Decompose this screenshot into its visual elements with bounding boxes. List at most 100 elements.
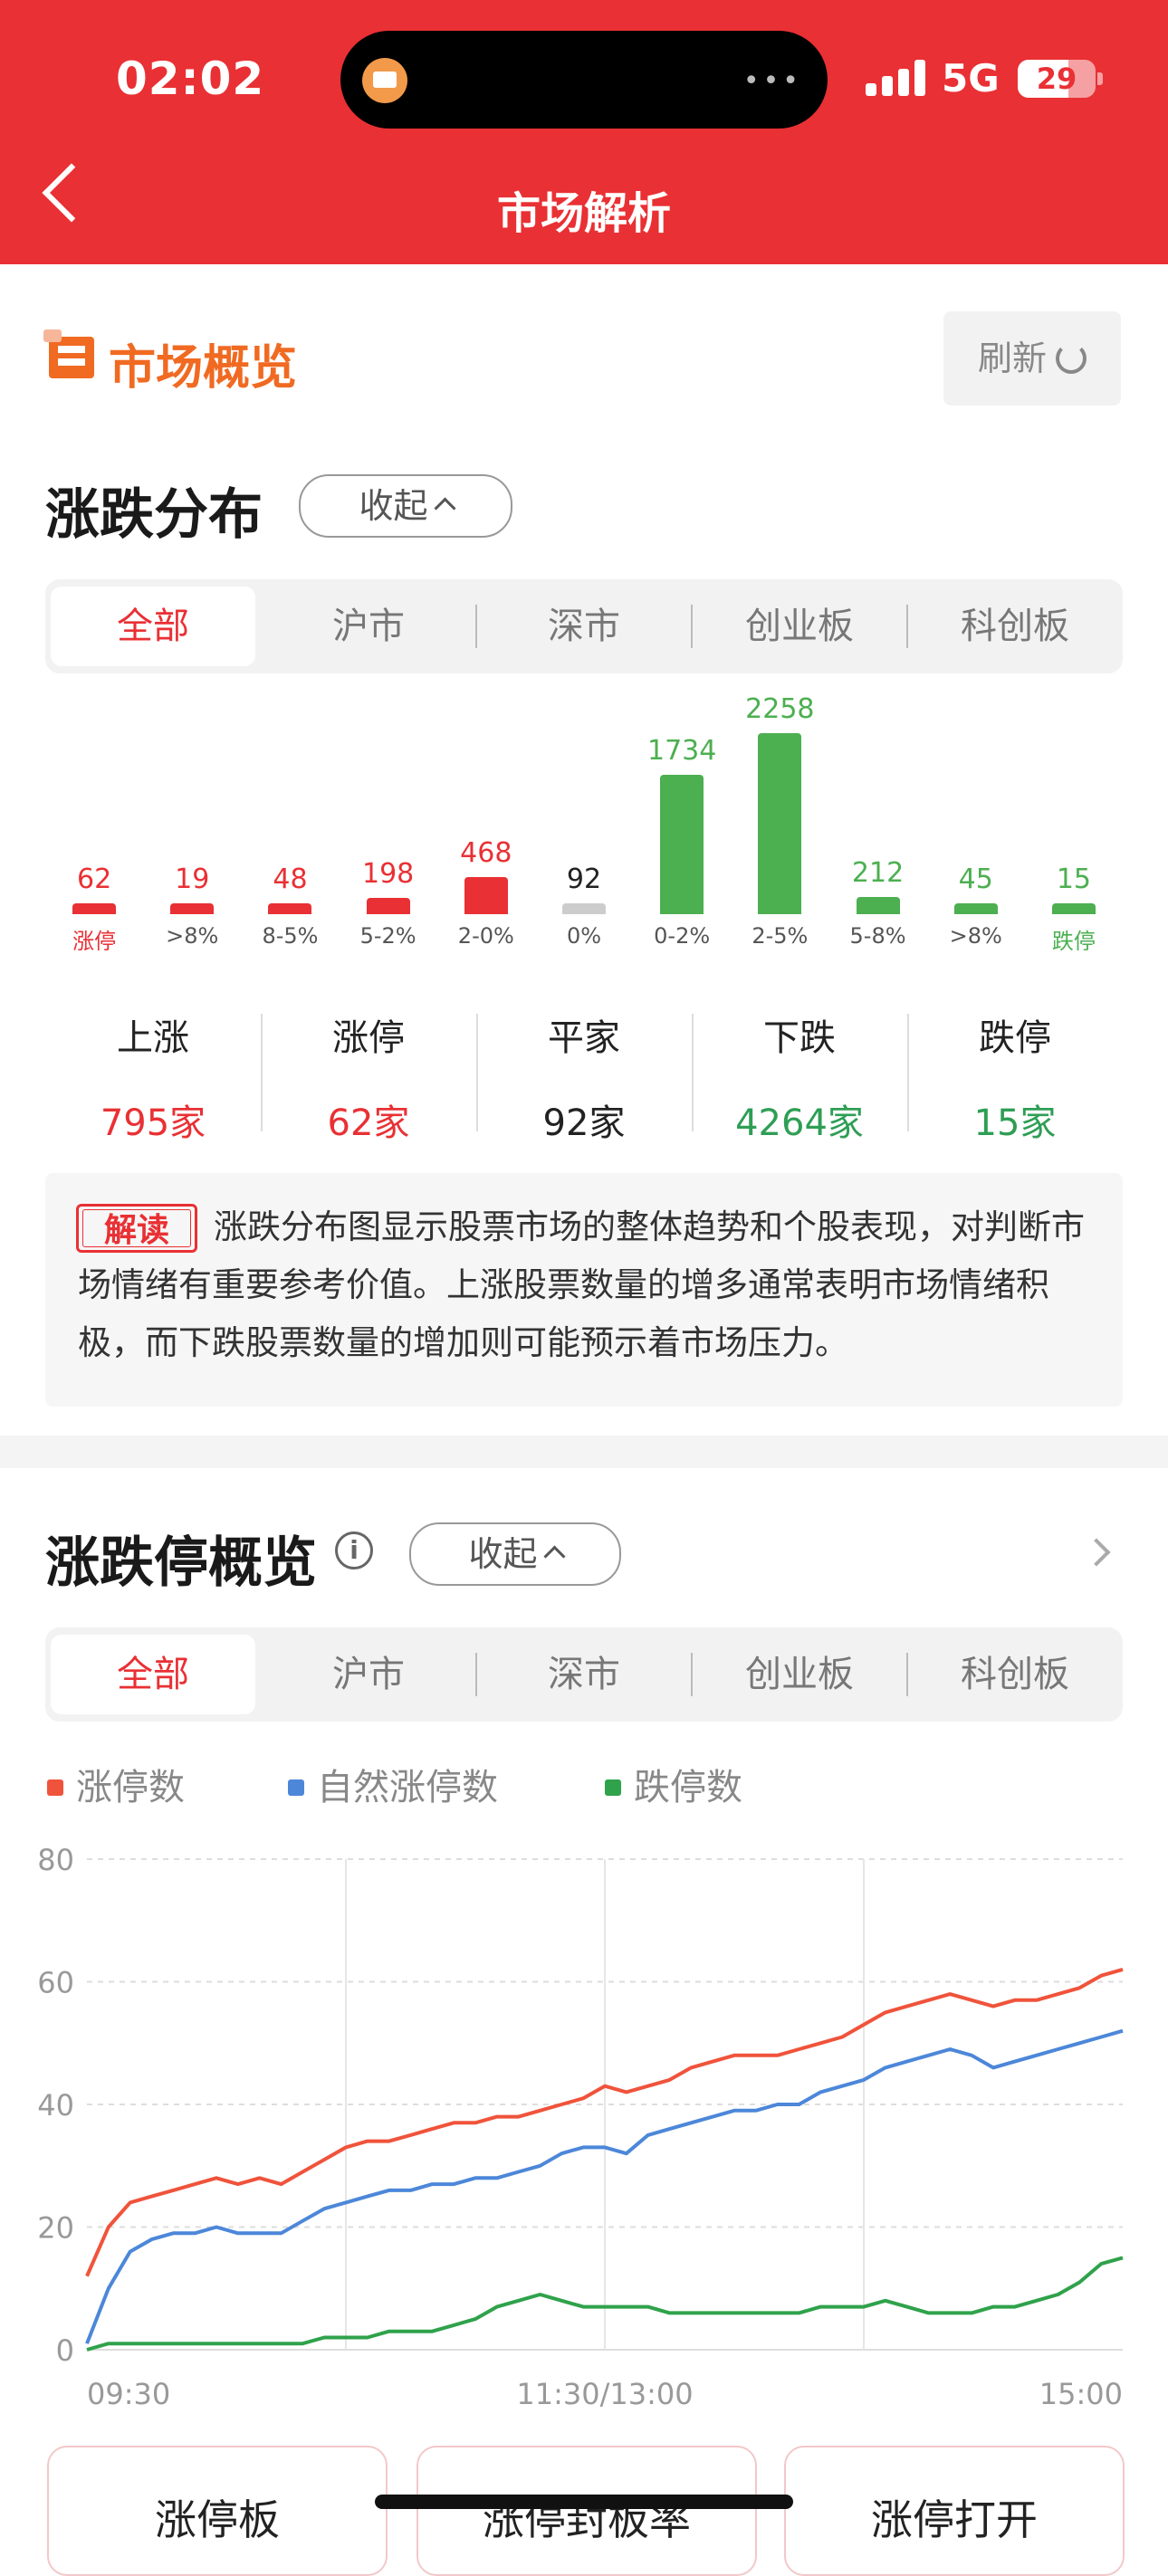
- tab-0[interactable]: 全部: [51, 1635, 255, 1714]
- dist-bar: [856, 897, 900, 914]
- chevron-right-icon[interactable]: [1082, 1538, 1111, 1567]
- dist-bar: [758, 733, 802, 914]
- dist-category-label: 2-5%: [752, 923, 809, 949]
- mail-app-icon: [362, 58, 407, 103]
- tab-3[interactable]: 创业板: [697, 587, 902, 666]
- network-type: 5G: [942, 56, 1000, 100]
- stat-value: 92家: [542, 1102, 626, 1144]
- refresh-button[interactable]: 刷新: [943, 311, 1121, 405]
- distribution-title: 涨跌分布: [45, 483, 263, 547]
- dist-category-label: >8%: [949, 923, 1002, 949]
- limit-market-tabs: 全部 沪市 深市 创业板 科创板: [45, 1627, 1123, 1722]
- card-limit-up-board[interactable]: 涨停板: [47, 2446, 388, 2576]
- dist-category-label: 5-2%: [359, 923, 416, 949]
- dist-value-label: 198: [361, 858, 415, 891]
- distribution-collapse-button[interactable]: 收起: [299, 474, 512, 538]
- tab-4[interactable]: 科创板: [913, 1635, 1117, 1714]
- battery-percent: 29: [1036, 62, 1077, 96]
- card-label: 涨停打开: [871, 2495, 1038, 2544]
- dist-value-label: 468: [460, 836, 512, 869]
- chevron-up-icon: [433, 497, 456, 520]
- y-tick-label: 0: [56, 2333, 74, 2368]
- legend-green-swatch: [605, 1779, 621, 1796]
- x-tick-label: 15:00: [1039, 2377, 1123, 2411]
- info-icon[interactable]: i: [335, 1531, 373, 1569]
- limit-overview-title: 涨跌停概览: [45, 1531, 317, 1595]
- legend-natural-limit-up: 自然涨停数: [288, 1758, 498, 1810]
- dist-bar: [953, 903, 998, 914]
- legend-label: 自然涨停数: [317, 1767, 498, 1808]
- status-time: 02:02: [116, 52, 265, 105]
- card-seal-rate[interactable]: 涨停封板率: [416, 2446, 757, 2576]
- stat-item: 上涨 795家: [45, 1001, 261, 1146]
- dist-value-label: 45: [958, 863, 993, 895]
- tab-1[interactable]: 沪市: [266, 1635, 471, 1714]
- dist-category-label: 2-0%: [457, 923, 514, 949]
- legend-label: 跌停数: [634, 1767, 742, 1808]
- dist-value-label: 48: [273, 863, 308, 895]
- tab-0[interactable]: 全部: [51, 587, 255, 666]
- legend-red-swatch: [47, 1779, 63, 1796]
- battery-tip: [1097, 72, 1103, 85]
- stat-divider: [476, 1014, 478, 1131]
- stat-divider: [261, 1014, 263, 1131]
- dist-value-label: 62: [76, 863, 112, 895]
- stat-item: 跌停 15家: [907, 1001, 1123, 1146]
- legend-limit-up: 涨停数: [47, 1758, 185, 1810]
- limit-collapse-button[interactable]: 收起: [409, 1522, 621, 1586]
- stat-label: 涨停: [332, 1017, 405, 1059]
- dist-bar: [366, 898, 410, 914]
- y-tick-label: 80: [37, 1843, 74, 1877]
- dist-value-label: 2258: [745, 693, 815, 725]
- tab-4[interactable]: 科创板: [913, 587, 1117, 666]
- stat-value: 15家: [973, 1102, 1057, 1144]
- overview-title: 市场概览: [109, 341, 298, 396]
- tab-1[interactable]: 沪市: [266, 587, 471, 666]
- dist-value-label: 15: [1056, 863, 1091, 895]
- limit-line-chart: 80 60 40 20 0 09:30 11:30/13:00 15:00: [37, 1843, 1124, 2411]
- tab-divider: [691, 1653, 693, 1696]
- dist-value-label: 19: [175, 863, 210, 895]
- card-limit-opened[interactable]: 涨停打开: [784, 2446, 1125, 2576]
- battery-icon: 29: [1018, 60, 1096, 98]
- tab-3[interactable]: 创业板: [697, 1635, 902, 1714]
- collapse-label: 收起: [468, 1534, 538, 1574]
- dist-bar: [72, 903, 117, 914]
- collapse-label: 收起: [359, 486, 428, 526]
- card-label: 涨停板: [155, 2495, 280, 2544]
- tab-divider: [475, 1653, 477, 1696]
- dist-bar: [464, 876, 508, 914]
- distribution-chart: 62 涨停 19 >8% 48 8-5% 198 5-2% 468 2-0% 92 0% 1734 0-2…: [45, 670, 1123, 959]
- legend-limit-down: 跌停数: [605, 1758, 742, 1810]
- y-tick-label: 60: [37, 1966, 74, 2000]
- legend-label: 涨停数: [76, 1767, 185, 1808]
- y-tick-label: 20: [37, 2211, 74, 2246]
- page-title: 市场解析: [496, 188, 671, 239]
- dist-category-label: 涨停: [72, 929, 117, 954]
- tab-divider: [906, 605, 908, 648]
- tab-2[interactable]: 深市: [482, 1635, 686, 1714]
- tab-divider: [906, 1653, 908, 1696]
- stat-divider: [692, 1014, 694, 1131]
- legend-blue-swatch: [288, 1779, 304, 1796]
- stat-item: 涨停 62家: [261, 1001, 476, 1146]
- x-tick-label: 11:30/13:00: [516, 2377, 693, 2411]
- interpretation-note: 解读 涨跌分布图显示股票市场的整体趋势和个股表现，对判断市场情绪有重要参考价值。…: [45, 1173, 1123, 1407]
- interpretation-text: 涨跌分布图显示股票市场的整体趋势和个股表现，对判断市场情绪有重要参考价值。上涨股…: [78, 1207, 1085, 1362]
- distribution-market-tabs: 全部 沪市 深市 创业板 科创板: [45, 579, 1123, 673]
- tab-divider: [691, 605, 693, 648]
- stat-value: 62家: [327, 1102, 410, 1144]
- overview-icon: [43, 329, 94, 378]
- stat-value: 795家: [100, 1102, 206, 1144]
- stat-label: 下跌: [763, 1017, 836, 1059]
- dist-bar: [1051, 903, 1096, 914]
- dist-category-label: 0-2%: [654, 923, 711, 949]
- home-indicator: [375, 2495, 793, 2509]
- signal-icon: [866, 60, 925, 96]
- tab-2[interactable]: 深市: [482, 587, 686, 666]
- tab-divider: [475, 605, 477, 648]
- dist-category-label: >8%: [166, 923, 219, 949]
- dist-value-label: 212: [851, 857, 905, 890]
- dist-bar: [660, 775, 704, 914]
- stat-item: 下跌 4264家: [692, 1001, 907, 1146]
